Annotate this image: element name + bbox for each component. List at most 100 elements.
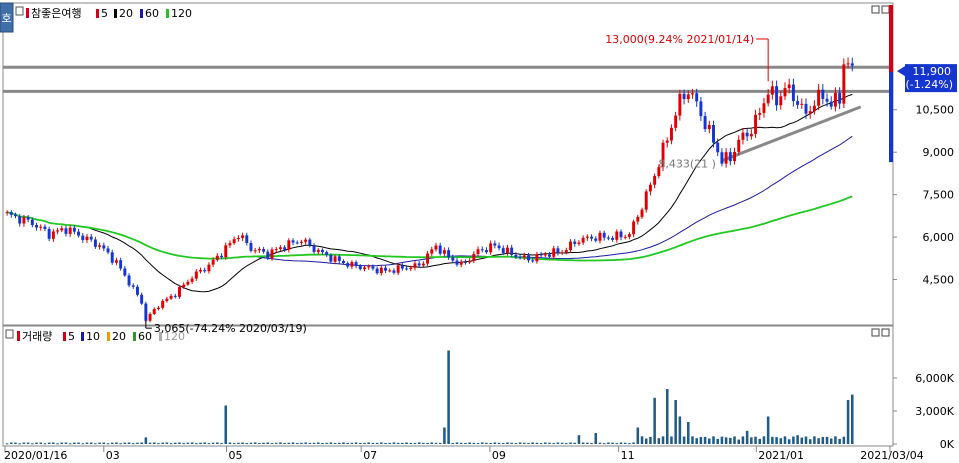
candle-body <box>749 133 753 137</box>
volume-pane-collapse-icon[interactable] <box>5 329 14 339</box>
volume-bar <box>586 442 589 444</box>
candle-body <box>283 247 287 250</box>
volume-bar <box>712 436 715 444</box>
candle-body <box>5 212 9 214</box>
candle-body <box>392 270 396 273</box>
volume-bar <box>808 439 812 444</box>
volume-bar <box>346 442 349 444</box>
volume-bar <box>665 389 669 444</box>
volume-bar <box>695 438 698 444</box>
price-pane-restore-icon[interactable] <box>871 5 880 14</box>
volume-bar <box>422 442 425 444</box>
price-pane-collapse-icon[interactable] <box>15 6 24 16</box>
volume-bar <box>253 442 257 444</box>
candle-body <box>211 259 215 265</box>
volume-bar <box>510 442 513 444</box>
volume-bar <box>131 443 135 445</box>
volume-bar <box>300 442 303 444</box>
volume-bar <box>325 442 328 444</box>
volume-bar <box>241 442 244 444</box>
price-legend-swatch-20 <box>114 9 117 18</box>
candle-body <box>560 252 564 254</box>
volume-legend-swatch-20 <box>107 332 110 341</box>
volume-bar <box>52 442 55 444</box>
candle-body <box>245 235 249 244</box>
price-legend-label-60: 60 <box>145 7 159 20</box>
volume-bar <box>636 427 640 444</box>
volume-bar <box>5 443 9 445</box>
volume-bar <box>10 442 13 444</box>
volume-pane-close-icon[interactable] <box>881 328 890 337</box>
volume-bar <box>455 442 459 444</box>
candle-body <box>363 267 366 270</box>
volume-bar <box>47 442 51 444</box>
candle-body <box>501 248 505 253</box>
candle-body <box>455 260 459 265</box>
volume-bar <box>615 443 619 445</box>
volume-bar <box>577 435 581 444</box>
candle-body <box>791 84 795 102</box>
volume-bar <box>73 442 76 444</box>
candle-body <box>157 307 160 310</box>
volume-bar <box>838 438 841 444</box>
volume-bar <box>161 442 164 444</box>
volume-bar <box>480 442 484 444</box>
volume-legend-label-60: 60 <box>138 330 152 343</box>
candle-body <box>14 214 17 217</box>
candle-body <box>707 124 711 130</box>
volume-bar <box>821 437 825 444</box>
volume-bar <box>68 443 72 445</box>
volume-bar <box>539 443 543 445</box>
volume-bar <box>691 436 694 444</box>
candle-body <box>758 112 762 115</box>
volume-bar <box>527 443 530 445</box>
date-tick-label: 03 <box>106 449 120 462</box>
candle-body <box>144 303 148 321</box>
volume-bar <box>813 436 816 444</box>
max-price-label: 13,000(9.24% 2021/01/14) <box>605 33 754 46</box>
date-tick-label: 05 <box>228 449 242 462</box>
volume-bar <box>98 442 101 444</box>
candle-body <box>665 140 669 143</box>
candle-body <box>644 191 648 210</box>
volume-bar <box>703 436 707 444</box>
volume-bar <box>607 442 610 444</box>
volume-pane-restore-icon[interactable] <box>871 328 880 337</box>
candle-body <box>89 236 93 240</box>
candle-body <box>472 254 476 261</box>
candle-body <box>476 249 480 255</box>
candle-body <box>236 237 240 240</box>
candle-body <box>9 212 13 215</box>
current-price-value: 11,900 <box>913 65 952 78</box>
candle-body <box>585 236 589 238</box>
volume-bar <box>89 442 93 444</box>
volume-bar <box>136 442 139 444</box>
volume-bar <box>203 442 206 444</box>
candle-body <box>636 216 640 222</box>
candle-body <box>228 243 232 246</box>
volume-bar <box>266 442 270 444</box>
candle-body <box>829 101 833 107</box>
candle-body <box>619 231 623 238</box>
volume-bar <box>123 442 127 444</box>
volume-bar <box>632 442 635 444</box>
volume-bar <box>548 442 551 444</box>
candle-body <box>594 238 598 241</box>
min-price-label: 3,065(-74.24% 2020/03/19) <box>154 322 307 335</box>
candle-body <box>615 231 619 240</box>
volume-bar <box>426 442 429 444</box>
volume-bar <box>682 436 686 444</box>
volume-bar <box>169 443 173 445</box>
candle-body <box>817 89 821 106</box>
volume-bar <box>380 442 383 444</box>
price-pane-frame <box>2 2 894 326</box>
candle-body <box>102 245 106 249</box>
candle-body <box>39 226 43 228</box>
volume-bar <box>729 437 732 444</box>
price-pane-close-icon[interactable] <box>881 5 890 14</box>
candle-body <box>333 256 337 262</box>
candle-body <box>379 267 383 274</box>
volume-bar <box>678 416 682 444</box>
candle-body <box>274 249 278 251</box>
candle-body <box>194 271 198 279</box>
